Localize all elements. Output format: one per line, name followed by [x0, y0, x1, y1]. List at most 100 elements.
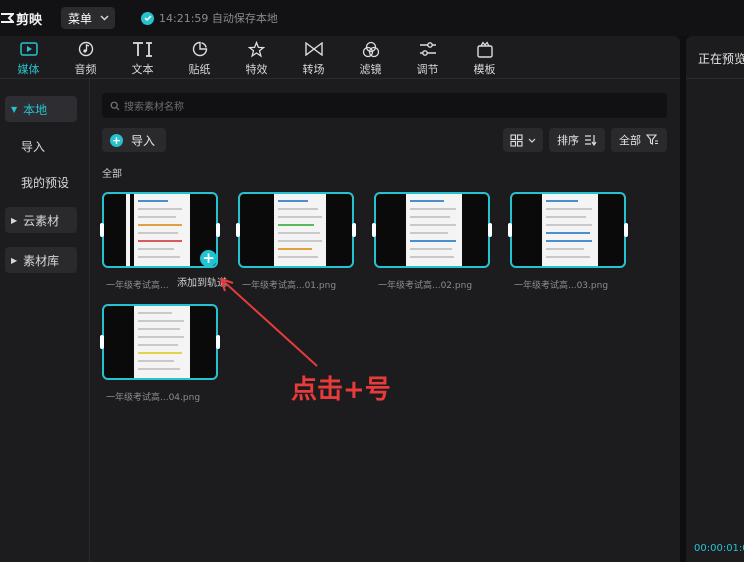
tab-label: 贴纸: [188, 63, 211, 76]
plus-icon: +: [110, 133, 123, 147]
autosave-status: 14:21:59 自动保存本地: [141, 10, 278, 26]
playhead-line: [126, 194, 130, 266]
annotation-arrow-icon: [220, 278, 318, 367]
toolbar-divider: [0, 78, 680, 79]
transition-bowtie-icon: [304, 42, 323, 56]
media-caption: 一年级考试高...02.png: [378, 281, 473, 291]
capcut-logo-icon: [1, 13, 14, 23]
tab-label: 模板: [473, 63, 496, 76]
tab-sticker[interactable]: 贴纸: [171, 36, 228, 78]
trim-handle-left[interactable]: [372, 223, 376, 237]
template-box-icon: [476, 40, 493, 58]
tab-label: 媒体: [17, 63, 40, 76]
sidebar-item-cloud[interactable]: ▶ 云素材: [5, 207, 77, 233]
sidebar-item-label: 云素材: [23, 213, 60, 228]
tab-template[interactable]: 模板: [456, 36, 513, 78]
sidebar-item-my-presets[interactable]: 我的预设: [5, 169, 77, 195]
filter-button[interactable]: 全部: [611, 128, 667, 152]
media-thumbnail-2[interactable]: [236, 192, 356, 268]
filter-label: 全部: [619, 134, 641, 147]
import-label: 导入: [131, 133, 156, 148]
media-panel: 媒体 音频 文本 贴纸 特效 转场 滤镜 调节 模板 ▼ 本地 导入 我的预设 …: [0, 36, 680, 562]
trim-handle-right[interactable]: [488, 223, 492, 237]
sort-label: 排序: [557, 134, 579, 147]
sticker-icon: [192, 41, 207, 57]
trim-handle-right[interactable]: [352, 223, 356, 237]
tab-label: 特效: [245, 63, 268, 76]
menu-label: 菜单: [68, 11, 93, 26]
check-icon: [141, 11, 154, 25]
grid-view-icon: [510, 133, 523, 147]
menu-button[interactable]: 菜单: [61, 7, 115, 29]
app-logo: 剪映: [0, 9, 43, 28]
sparkle-star-icon: [248, 40, 265, 58]
tab-transition[interactable]: 转场: [285, 36, 342, 78]
chevron-down-icon: [100, 15, 109, 21]
music-note-icon: [78, 41, 93, 57]
document-image: [542, 194, 598, 266]
caret-down-icon: ▼: [11, 104, 18, 114]
document-image: [134, 194, 190, 266]
preview-panel: 正在预览 00:00:01:0: [686, 36, 744, 562]
sidebar: ▼ 本地 导入 我的预设 ▶ 云素材 ▶ 素材库: [0, 79, 90, 562]
import-button[interactable]: + 导入: [102, 128, 166, 152]
trim-handle-right[interactable]: [216, 223, 220, 237]
tab-label: 文本: [131, 63, 154, 76]
text-icon: [132, 42, 152, 57]
sort-button[interactable]: 排序: [549, 128, 605, 152]
media-thumbnail-5[interactable]: [100, 304, 220, 380]
trim-handle-left[interactable]: [100, 335, 104, 349]
trim-handle-left[interactable]: [236, 223, 240, 237]
media-caption: 一年级考试高...04.png: [106, 393, 201, 403]
filter-icon: [646, 134, 658, 145]
document-image: [134, 306, 190, 378]
preview-divider: [686, 78, 744, 79]
sliders-icon: [419, 42, 436, 56]
document-image: [406, 194, 462, 266]
document-image: [274, 194, 326, 266]
preview-title: 正在预览: [698, 52, 744, 66]
media-play-icon: [19, 42, 38, 56]
add-to-track-button[interactable]: +: [200, 250, 217, 267]
autosave-text: 14:21:59 自动保存本地: [159, 12, 278, 25]
media-caption: 一年级考试高...: [106, 281, 169, 291]
tab-media[interactable]: 媒体: [0, 36, 57, 78]
tab-label: 音频: [74, 63, 97, 76]
tab-effects[interactable]: 特效: [228, 36, 285, 78]
tab-text[interactable]: 文本: [114, 36, 171, 78]
category-toolbar: 媒体 音频 文本 贴纸 特效 转场 滤镜 调节 模板: [0, 36, 680, 78]
trim-handle-left[interactable]: [100, 223, 104, 237]
caret-right-icon: ▶: [11, 255, 18, 265]
trim-handle-right[interactable]: [624, 223, 628, 237]
tab-label: 转场: [302, 63, 325, 76]
sidebar-item-label: 我的预设: [21, 175, 70, 190]
search-placeholder: 搜索素材名称: [124, 102, 184, 113]
sidebar-item-label: 本地: [23, 102, 48, 117]
tab-audio[interactable]: 音频: [57, 36, 114, 78]
app-name: 剪映: [16, 12, 43, 28]
sidebar-item-label: 素材库: [23, 253, 60, 268]
sidebar-item-label: 导入: [21, 139, 46, 154]
view-mode-button[interactable]: [503, 128, 543, 152]
tab-label: 滤镜: [359, 63, 382, 76]
annotation-text: 点击+号: [291, 375, 391, 405]
media-thumbnail-4[interactable]: [508, 192, 628, 268]
search-icon: [110, 101, 120, 110]
media-caption: 一年级考试高...03.png: [514, 281, 609, 291]
trim-handle-left[interactable]: [508, 223, 512, 237]
tab-label: 调节: [416, 63, 439, 76]
sidebar-item-local[interactable]: ▼ 本地: [5, 96, 77, 122]
preview-timecode: 00:00:01:0: [694, 543, 744, 554]
search-input[interactable]: 搜索素材名称: [102, 93, 667, 118]
caret-right-icon: ▶: [11, 215, 18, 225]
title-bar: 剪映 菜单 14:21:59 自动保存本地: [0, 0, 744, 36]
section-label-all: 全部: [102, 169, 122, 180]
tab-adjust[interactable]: 调节: [399, 36, 456, 78]
sort-icon: [585, 135, 597, 146]
filter-circles-icon: [362, 41, 379, 57]
sidebar-item-import[interactable]: 导入: [5, 133, 77, 159]
chevron-down-icon: [528, 138, 536, 143]
tab-filter[interactable]: 滤镜: [342, 36, 399, 78]
media-thumbnail-3[interactable]: [372, 192, 492, 268]
sidebar-item-library[interactable]: ▶ 素材库: [5, 247, 77, 273]
